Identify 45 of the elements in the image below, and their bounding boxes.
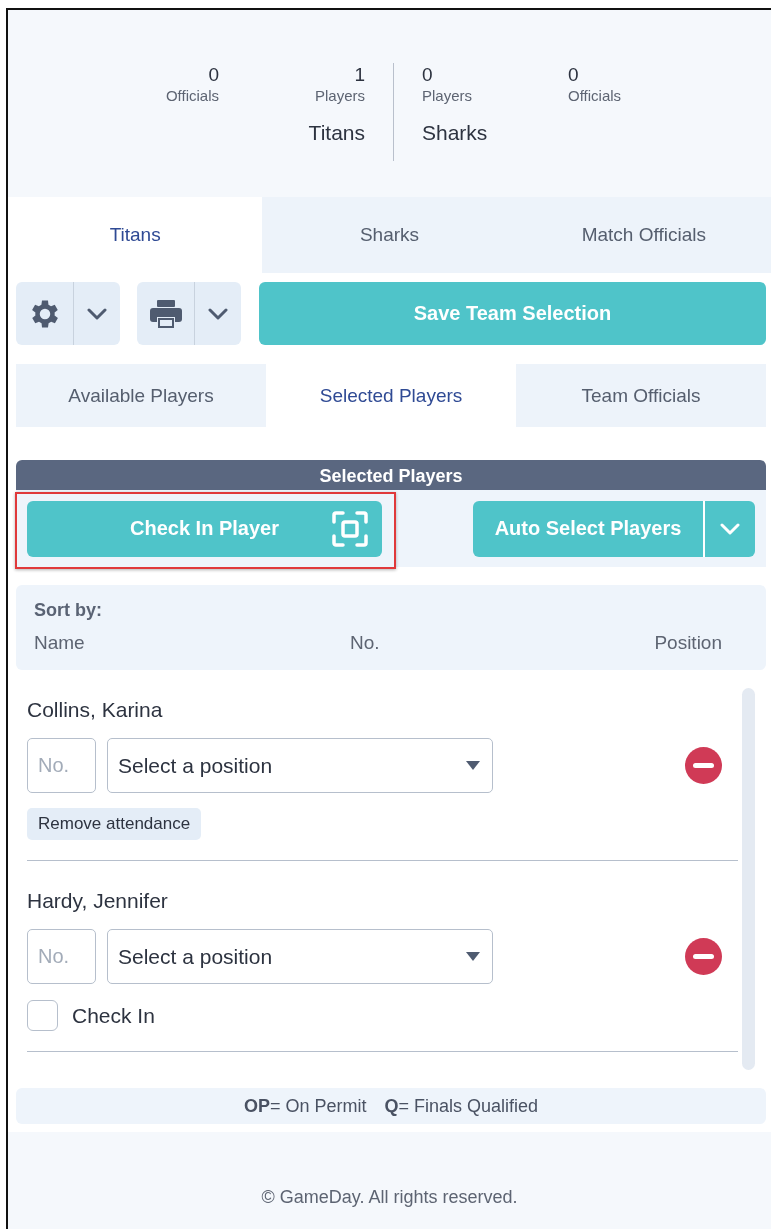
stat-label: Players [314, 87, 365, 105]
remove-icon[interactable] [685, 938, 722, 975]
remove-attendance-button[interactable]: Remove attendance [27, 808, 202, 840]
stat-value: 0 [422, 63, 433, 87]
legend-text: OP= On Permit [243, 1095, 367, 1117]
tab[interactable]: Available Players [16, 364, 266, 427]
scrollbar[interactable] [742, 688, 755, 1070]
caret-icon [466, 761, 480, 770]
sort-option[interactable]: No. [350, 632, 655, 654]
tab[interactable]: Team Officials [516, 364, 766, 427]
stat-label: Officials [165, 87, 219, 105]
remove-icon[interactable] [685, 747, 722, 784]
caret-icon [720, 522, 740, 535]
caret-icon [466, 952, 480, 961]
sort-option[interactable]: Position [654, 632, 722, 654]
checkbox-label: Check In [72, 1003, 155, 1028]
dropdown-toggle[interactable] [194, 282, 241, 345]
legend-text: Q= Finals Qualified [384, 1095, 539, 1117]
stat-value: 0 [208, 63, 219, 87]
sort-option[interactable]: Name [34, 632, 350, 654]
tab[interactable]: Match Officials [516, 197, 771, 273]
number-field[interactable]: No. [27, 738, 96, 793]
stat-label: Officials [568, 87, 622, 105]
copyright-text: © GameDay. All rights reserved. [261, 1187, 518, 1207]
sort-label: Sort by: [34, 599, 103, 622]
caret-icon [208, 307, 228, 320]
number-field[interactable]: No. [27, 929, 96, 984]
team-name: Sharks [422, 121, 488, 145]
print-button[interactable] [137, 282, 194, 345]
printer-icon [148, 298, 183, 329]
position-dropdown[interactable]: Select a position [107, 929, 493, 984]
stat-value: 0 [568, 63, 579, 87]
caret-icon [87, 307, 107, 320]
panel-header: Selected Players [16, 460, 766, 490]
position-dropdown[interactable]: Select a position [107, 738, 493, 793]
stat-label: Players [422, 87, 473, 105]
player-name: Collins, Karina [27, 697, 164, 723]
tab[interactable]: Sharks [262, 197, 517, 273]
scan-icon [332, 510, 368, 547]
checkbox[interactable] [27, 1000, 58, 1031]
player-name: Hardy, Jennifer [27, 888, 169, 914]
dropdown-toggle[interactable] [73, 282, 120, 345]
settings-button[interactable] [16, 282, 73, 345]
team-name: Titans [308, 121, 365, 145]
stat-value: 1 [354, 63, 365, 87]
